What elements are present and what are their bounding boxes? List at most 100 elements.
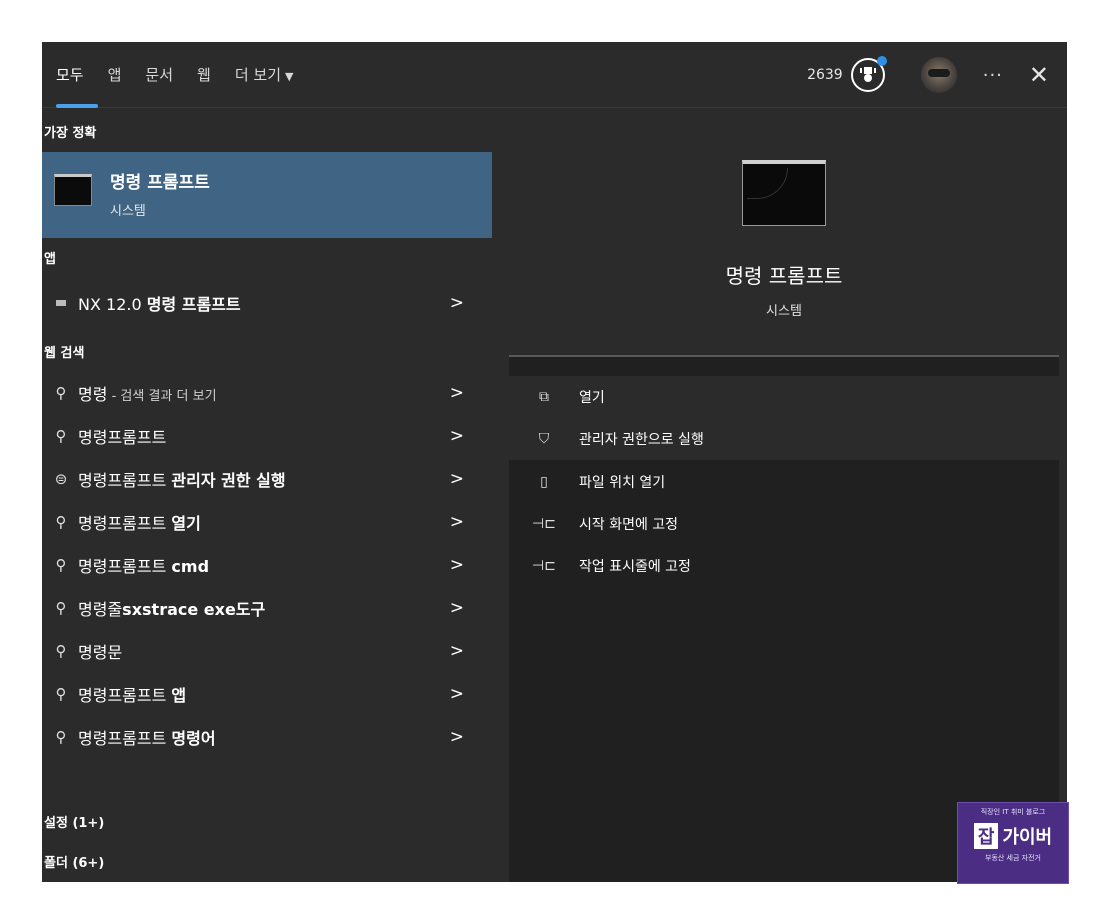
filter-tabs: 모두 앱 문서 웹 더 보기 ▼ — [56, 42, 317, 108]
preview-title: 명령 프롬프트 — [725, 264, 843, 288]
web-result-label: 명령줄 — [78, 600, 123, 619]
action-pin-start[interactable]: ⊣⊏ 시작 화면에 고정 — [509, 503, 1059, 545]
action-open-label: 열기 — [579, 390, 605, 406]
web-result-7[interactable]: ⚲ 명령프롬프트 앱 > — [42, 675, 492, 713]
search-icon: ⚲ — [55, 556, 67, 574]
web-query: 명령 — [78, 385, 108, 404]
tab-documents[interactable]: 문서 — [145, 42, 173, 108]
chevron-right-icon[interactable]: > — [450, 293, 464, 313]
header-actions: 2639 ··· ✕ — [807, 42, 1067, 108]
action-run-as-admin[interactable]: ⛉ 관리자 권한으로 실행 — [509, 418, 1059, 460]
chevron-right-icon[interactable]: > — [450, 684, 464, 704]
nx-app-icon — [56, 300, 66, 306]
search-header: 모두 앱 문서 웹 더 보기 ▼ 2639 ··· ✕ — [42, 42, 1067, 108]
web-result-label: 명령프롬프트 — [78, 686, 172, 705]
pin-icon: ⊣⊏ — [532, 516, 556, 532]
best-match-item[interactable]: 명령 프롬프트 시스템 — [42, 152, 492, 238]
web-result-bold: 관리자 권한 실행 — [171, 471, 286, 490]
web-result-1[interactable]: ⚲ 명령프롬프트 > — [42, 417, 492, 455]
best-match-title: 명령 프롬프트 — [110, 173, 210, 193]
chevron-right-icon[interactable]: > — [450, 555, 464, 575]
pin-icon: ⊣⊏ — [532, 558, 556, 574]
rewards-icon[interactable] — [850, 56, 887, 92]
web-result-bold: 명령어 — [171, 729, 216, 748]
search-icon: ⚲ — [55, 685, 67, 703]
web-result-4[interactable]: ⚲ 명령프롬프트 cmd > — [42, 546, 492, 584]
web-result-5[interactable]: ⚲ 명령줄sxstrace exe도구 > — [42, 589, 492, 627]
action-open[interactable]: ⧉ 열기 — [509, 376, 1059, 418]
chevron-right-icon[interactable]: > — [450, 598, 464, 618]
active-tab-indicator — [56, 104, 98, 108]
web-result-label: 명령프롬프트 — [78, 471, 172, 490]
tab-all[interactable]: 모두 — [56, 42, 98, 108]
tab-web[interactable]: 웹 — [197, 42, 211, 108]
notification-dot — [876, 56, 887, 66]
shield-icon: ⛉ — [538, 431, 550, 447]
preview-pane: 명령 프롬프트 시스템 ⧉ 열기 ⛉ 관리자 권한으로 실행 ▯ 파일 위치 열… — [509, 126, 1059, 882]
search-icon: ⚲ — [55, 384, 67, 402]
cmd-large-icon — [742, 160, 826, 226]
search-panel: 모두 앱 문서 웹 더 보기 ▼ 2639 ··· ✕ 가장 정확 명령 프롬프트… — [42, 42, 1067, 882]
chat-icon: ⊜ — [54, 470, 68, 488]
web-result-0[interactable]: ⚲ 명령 - 검색 결과 더 보기 > — [42, 374, 492, 412]
chevron-right-icon[interactable]: > — [450, 512, 464, 532]
web-result-bold: sxstrace exe도구 — [122, 600, 266, 619]
watermark-brand-a: 잡 — [973, 823, 999, 849]
watermark-logo: 직장인 IT 취미 블로그 잡 가이버 부동산 세금 자전거 — [957, 802, 1069, 884]
web-result-3[interactable]: ⚲ 명령프롬프트 열기 > — [42, 503, 492, 541]
web-result-bold: 열기 — [171, 514, 201, 533]
web-result-bold: cmd — [171, 557, 210, 576]
file-location-icon: ▯ — [540, 474, 548, 490]
medal-icon — [859, 67, 876, 82]
action-pin-taskbar-label: 작업 표시줄에 고정 — [579, 559, 691, 575]
web-result-6[interactable]: ⚲ 명령문 > — [42, 632, 492, 670]
tab-more[interactable]: 더 보기 ▼ — [235, 42, 294, 108]
chevron-right-icon[interactable]: > — [450, 426, 464, 446]
action-pin-taskbar[interactable]: ⊣⊏ 작업 표시줄에 고정 — [509, 545, 1059, 587]
search-icon: ⚲ — [55, 599, 67, 617]
chevron-right-icon[interactable]: > — [450, 641, 464, 661]
best-match-subtitle: 시스템 — [110, 204, 146, 219]
app-result-label: 명령 프롬프트 — [146, 295, 241, 314]
tab-apps[interactable]: 앱 — [108, 42, 122, 108]
section-web-search: 웹 검색 — [44, 346, 85, 361]
tab-more-label: 더 보기 — [234, 66, 282, 84]
open-icon: ⧉ — [539, 389, 549, 405]
watermark-bottom-text: 부동산 세금 자전거 — [985, 854, 1041, 862]
app-result-nx[interactable]: NX 12.0 명령 프롬프트 > — [42, 284, 492, 322]
chevron-right-icon[interactable]: > — [450, 383, 464, 403]
chevron-right-icon[interactable]: > — [450, 469, 464, 489]
action-run-as-admin-label: 관리자 권한으로 실행 — [579, 432, 704, 448]
cmd-app-icon — [54, 174, 92, 206]
app-result-prefix: NX 12.0 — [78, 295, 147, 314]
section-best-match: 가장 정확 — [44, 126, 97, 141]
tab-all-label: 모두 — [56, 66, 84, 84]
caret-down-icon: ▼ — [285, 70, 294, 83]
preview-subtitle: 시스템 — [766, 304, 802, 319]
action-pin-start-label: 시작 화면에 고정 — [579, 517, 679, 533]
tab-web-label: 웹 — [197, 66, 211, 84]
search-icon: ⚲ — [55, 728, 67, 746]
rewards-points: 2639 — [807, 67, 843, 83]
tab-apps-label: 앱 — [107, 66, 122, 84]
web-result-bold: 앱 — [171, 686, 187, 705]
avatar-goggles — [927, 69, 950, 77]
web-result-label: 명령프롬프트 — [78, 514, 172, 533]
section-settings[interactable]: 설정 (1+) — [42, 812, 494, 831]
close-icon[interactable]: ✕ — [1029, 61, 1049, 89]
more-options-icon[interactable]: ··· — [983, 65, 1003, 86]
preview-header: 명령 프롬프트 시스템 — [509, 126, 1059, 357]
web-result-8[interactable]: ⚲ 명령프롬프트 명령어 > — [42, 718, 492, 756]
section-apps: 앱 — [44, 252, 56, 267]
web-result-2[interactable]: ⊜ 명령프롬프트 관리자 권한 실행 > — [42, 460, 492, 498]
web-result-label: 명령프롬프트 — [78, 557, 172, 576]
watermark-top-text: 직장인 IT 취미 블로그 — [980, 808, 1046, 816]
action-open-file-location[interactable]: ▯ 파일 위치 열기 — [509, 461, 1059, 503]
section-folders[interactable]: 폴더 (6+) — [42, 852, 494, 871]
search-icon: ⚲ — [55, 513, 67, 531]
watermark-brand: 잡 가이버 — [958, 823, 1068, 849]
chevron-right-icon[interactable]: > — [450, 727, 464, 747]
web-result-label: 명령문 — [78, 643, 123, 662]
user-avatar[interactable] — [920, 57, 957, 93]
web-result-label: 명령프롬프트 — [78, 729, 172, 748]
